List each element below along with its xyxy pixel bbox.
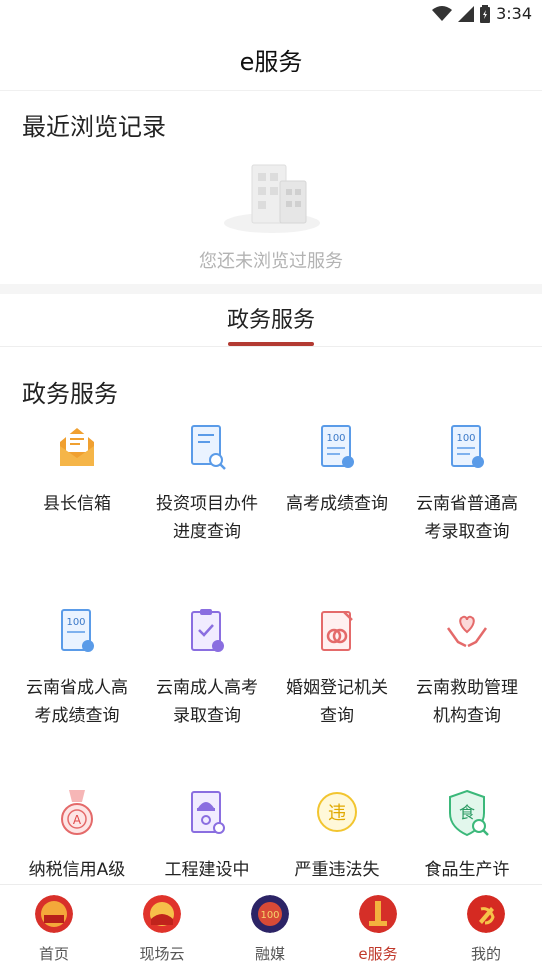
nav-label: e服务 [358, 945, 398, 963]
recent-title: 最近浏览记录 [22, 113, 166, 141]
service-label: 投资项目办件进度查询 [156, 494, 258, 542]
nav-label: 现场云 [139, 945, 185, 963]
service-label: 云南省成人高考成绩查询 [26, 678, 128, 726]
marriage-icon [321, 611, 353, 651]
nav-label: 融媒 [254, 945, 285, 963]
section-title: 政务服务 [22, 380, 118, 408]
service-label: 县长信箱 [43, 494, 111, 514]
svg-text:100: 100 [326, 433, 345, 444]
e-service-emblem-icon [359, 895, 397, 933]
food-shield-icon: 食 [449, 789, 489, 837]
signal-icon [458, 5, 475, 22]
service-item[interactable]: 食 食品生产许 [402, 788, 532, 884]
svg-text:100: 100 [260, 910, 279, 921]
recent-section: 最近浏览记录 您还未浏览过服务 [0, 91, 542, 284]
service-label: 高考成绩查询 [286, 494, 388, 514]
service-grid: 县长信箱 投资项目办件进度查询 100 高考成绩查询 100 云南省普通高考录取… [0, 418, 542, 884]
nav-media[interactable]: 100 融媒 [216, 885, 324, 965]
nav-label: 我的 [470, 945, 501, 963]
tab-bar: 政务服务 [0, 294, 542, 347]
nav-me[interactable]: 我的 [432, 885, 540, 965]
svg-text:食: 食 [459, 803, 475, 822]
tab-government-services[interactable]: 政务服务 [0, 302, 542, 334]
service-item[interactable]: 云南救助管理机构查询 [402, 606, 532, 730]
media-emblem-icon: 100 [251, 895, 289, 933]
status-time: 3:34 [496, 4, 532, 23]
svg-text:100: 100 [66, 617, 85, 628]
service-item[interactable]: 云南成人高考录取查询 [142, 606, 272, 730]
service-item[interactable]: 投资项目办件进度查询 [142, 422, 272, 546]
service-label: 云南成人高考录取查询 [156, 678, 258, 726]
battery-icon [480, 4, 491, 23]
mailbox-icon [60, 428, 94, 466]
bottom-nav: 首页 现场云 100 融媒 e服务 我的 [0, 884, 542, 965]
service-item[interactable]: 婚姻登记机关查询 [272, 606, 402, 730]
service-label: 云南省普通高考录取查询 [416, 494, 518, 542]
clipboard-check-icon [191, 609, 224, 652]
score-report-icon: 100 [321, 425, 354, 468]
tab-active-indicator [228, 342, 314, 346]
service-label: 云南救助管理机构查询 [416, 678, 518, 726]
violation-icon: 违 [317, 792, 357, 832]
nav-live-cloud[interactable]: 现场云 [108, 885, 216, 965]
service-item[interactable]: 工程建设中 [142, 788, 272, 884]
live-cloud-emblem-icon [143, 895, 181, 933]
service-label: 婚姻登记机关查询 [286, 678, 388, 726]
nav-home[interactable]: 首页 [0, 885, 108, 965]
home-emblem-icon [35, 895, 73, 933]
heart-hands-icon [446, 615, 488, 648]
service-item[interactable]: 100 云南省成人高考成绩查询 [12, 606, 142, 730]
wifi-icon [432, 5, 453, 21]
medal-a-icon: A [61, 790, 93, 835]
service-item[interactable]: 违 严重违法失 [272, 788, 402, 884]
service-item[interactable]: A 纳税信用A级 [12, 788, 142, 884]
service-label: 纳税信用A级 [28, 860, 126, 880]
nav-label: 首页 [38, 945, 69, 963]
service-label: 工程建设中 [164, 860, 250, 880]
status-icons: 3:34 [432, 4, 532, 23]
svg-text:100: 100 [456, 433, 475, 444]
section-divider [0, 284, 542, 294]
status-bar: 3:34 [0, 0, 542, 28]
svg-text:A: A [73, 813, 82, 827]
empty-state-buildings-icon [224, 164, 320, 233]
document-search-icon [191, 425, 226, 470]
party-emblem-icon [467, 895, 505, 933]
svg-text:违: 违 [328, 803, 346, 824]
page-title: e服务 [239, 47, 303, 76]
service-item[interactable]: 100 云南省普通高考录取查询 [402, 422, 532, 546]
service-item[interactable]: 100 高考成绩查询 [272, 422, 402, 518]
empty-state-text: 您还未浏览过服务 [199, 251, 343, 272]
adult-score-icon: 100 [61, 609, 94, 652]
construction-icon [191, 791, 225, 834]
service-label: 食品生产许 [424, 860, 510, 880]
service-label: 严重违法失 [294, 860, 380, 880]
page-header: e服务 [0, 28, 542, 91]
service-item[interactable]: 县长信箱 [12, 422, 142, 518]
admission-report-icon: 100 [451, 425, 484, 468]
nav-e-service[interactable]: e服务 [324, 885, 432, 965]
